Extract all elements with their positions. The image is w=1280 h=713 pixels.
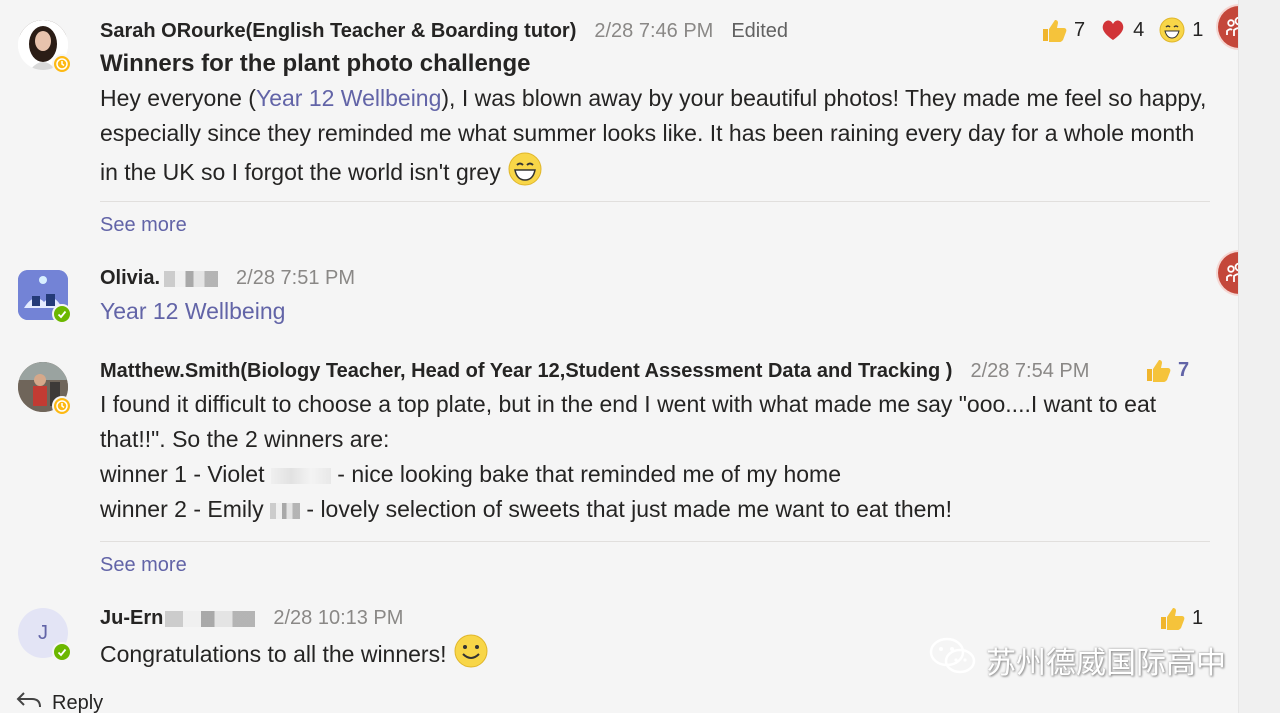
reaction-like[interactable]: 7 (1144, 356, 1189, 384)
heart-icon (1099, 16, 1127, 44)
avatar-initial: J (38, 621, 48, 644)
message-body: Hey everyone (Year 12 Wellbeing), I was … (100, 81, 1210, 197)
redacted-name (270, 502, 300, 519)
reply-label: Reply (52, 691, 104, 713)
avatar[interactable]: J (18, 608, 72, 662)
redacted-name (164, 270, 219, 287)
reaction-laugh[interactable]: 1 (1158, 16, 1203, 44)
see-more-link[interactable]: See more (100, 554, 187, 577)
reaction-heart[interactable]: 4 (1099, 16, 1144, 44)
like-icon (1040, 16, 1068, 44)
message-body: I found it difficult to choose a top pla… (100, 387, 1210, 527)
divider (100, 541, 1210, 542)
timestamp: 2/28 7:51 PM (236, 267, 355, 289)
away-status-icon (52, 54, 72, 74)
avatar[interactable] (18, 362, 72, 416)
redacted-name (270, 467, 331, 484)
like-icon (1158, 604, 1186, 632)
body-text: Hey everyone ( (100, 85, 256, 111)
scrollbar[interactable] (1238, 0, 1280, 713)
available-status-icon (52, 642, 72, 662)
avatar[interactable] (18, 20, 72, 74)
redacted-name (165, 610, 256, 627)
timestamp: 2/28 7:54 PM (970, 360, 1090, 382)
reply-button[interactable]: Reply (16, 690, 103, 713)
reaction-count: 4 (1133, 18, 1145, 41)
channel-mention[interactable]: Year 12 Wellbeing (100, 294, 1210, 329)
reactions-bar: 1 (1158, 604, 1203, 632)
author-name[interactable]: Ju-Ern (100, 607, 256, 630)
divider (100, 201, 1210, 202)
author-name[interactable]: Matthew.Smith(Biology Teacher, Head of Y… (100, 360, 952, 383)
watermark: 苏州德威国际高中 (928, 636, 1226, 684)
reaction-count: 7 (1178, 358, 1190, 381)
winner-line: winner 1 - Violet - nice looking bake th… (100, 461, 841, 487)
grin-emoji-icon (507, 151, 543, 197)
reaction-like[interactable]: 1 (1158, 604, 1203, 632)
message-subject: Winners for the plant photo challenge (100, 50, 531, 77)
channel-mention[interactable]: Year 12 Wellbeing (256, 85, 441, 111)
reaction-like[interactable]: 7 (1040, 16, 1085, 44)
author-name[interactable]: Sarah ORourke(English Teacher & Boarding… (100, 20, 576, 43)
reactions-bar: 7 (1144, 356, 1189, 384)
winner-line: winner 2 - Emily - lovely selection of s… (100, 496, 952, 522)
body-line: I found it difficult to choose a top pla… (100, 391, 1157, 452)
laugh-icon (1158, 16, 1186, 44)
reaction-count: 1 (1192, 18, 1204, 41)
edited-label: Edited (731, 20, 789, 42)
timestamp: 2/28 7:46 PM (594, 20, 714, 42)
available-status-icon (52, 304, 72, 324)
smile-emoji-icon (453, 633, 489, 679)
reply-arrow-icon (16, 690, 42, 713)
timestamp: 2/28 10:13 PM (273, 607, 404, 629)
reaction-count: 7 (1074, 18, 1086, 41)
avatar[interactable] (18, 270, 72, 324)
wechat-icon (928, 636, 978, 684)
like-icon (1144, 356, 1172, 384)
see-more-link[interactable]: See more (100, 214, 187, 237)
body-text: Congratulations to all the winners! (100, 641, 447, 668)
conversation-thread: Sarah ORourke(English Teacher & Boarding… (0, 0, 1260, 713)
away-status-icon (52, 396, 72, 416)
watermark-text: 苏州德威国际高中 (986, 646, 1226, 681)
reactions-bar: 7 4 1 (1040, 16, 1203, 44)
reaction-count: 1 (1192, 606, 1204, 629)
author-name[interactable]: Olivia. (100, 267, 219, 290)
